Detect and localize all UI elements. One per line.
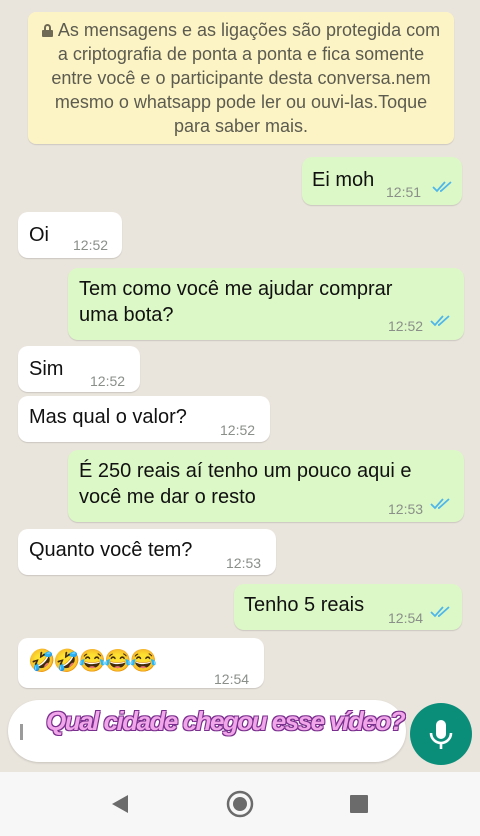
back-triangle-icon[interactable] (108, 792, 132, 816)
message-text-line1: Tem como você me ajudar comprar (79, 278, 393, 300)
message-text: Quanto você tem? (29, 539, 193, 561)
message-time: 12:54 (214, 671, 250, 687)
message-text-line1: É 250 reais aí tenho um pouco aqui e (79, 460, 412, 482)
message-text: Sim (29, 358, 64, 380)
message-time: 12:52 (90, 373, 126, 389)
encryption-notice[interactable]: As mensagens e as ligações são protegida… (28, 12, 454, 144)
message-incoming[interactable]: Sim 12:52 (18, 346, 140, 392)
encryption-notice-text: As mensagens e as ligações são protegida… (51, 20, 441, 136)
double-check-icon (430, 606, 450, 618)
message-time: 12:51 (386, 184, 422, 200)
text-cursor (20, 724, 23, 740)
message-text-line2: uma bota? (79, 304, 174, 326)
message-time: 12:52 (73, 237, 109, 253)
message-time: 12:52 (220, 422, 256, 438)
message-incoming[interactable]: 🤣🤣😂😂😂 12:54 (18, 638, 264, 688)
message-incoming[interactable]: Mas qual o valor? 12:52 (18, 396, 270, 442)
message-text-line2: você me dar o resto (79, 486, 256, 508)
message-time: 12:54 (388, 610, 424, 626)
message-incoming[interactable]: Oi 12:52 (18, 212, 122, 258)
lock-icon (41, 24, 53, 37)
message-emojis: 🤣🤣😂😂😂 (28, 648, 157, 673)
home-circle-icon[interactable] (225, 789, 255, 819)
message-text: Mas qual o valor? (29, 406, 187, 428)
message-text: Ei moh (312, 169, 375, 191)
message-outgoing[interactable]: Ei moh 12:51 (302, 157, 462, 205)
video-caption-overlay: Qual cidade chegou esse vídeo? (46, 706, 406, 736)
message-outgoing[interactable]: Tem como você me ajudar comprar uma bota… (68, 268, 464, 340)
double-check-icon (430, 498, 450, 510)
double-check-icon (430, 315, 450, 327)
microphone-icon (429, 720, 453, 749)
chat-area[interactable]: As mensagens e as ligações são protegida… (0, 0, 480, 772)
message-outgoing[interactable]: É 250 reais aí tenho um pouco aqui e voc… (68, 450, 464, 522)
message-outgoing[interactable]: Tenho 5 reais 12:54 (234, 584, 462, 630)
recents-square-icon[interactable] (348, 793, 370, 815)
voice-record-button[interactable] (410, 703, 472, 765)
message-time: 12:53 (388, 501, 424, 517)
message-text: Oi (29, 224, 49, 246)
double-check-icon (432, 181, 452, 193)
message-incoming[interactable]: Quanto você tem? 12:53 (18, 529, 276, 575)
system-navigation-bar (0, 772, 480, 836)
message-text: Tenho 5 reais (244, 594, 365, 616)
message-time: 12:52 (388, 318, 424, 334)
message-time: 12:53 (226, 555, 262, 571)
